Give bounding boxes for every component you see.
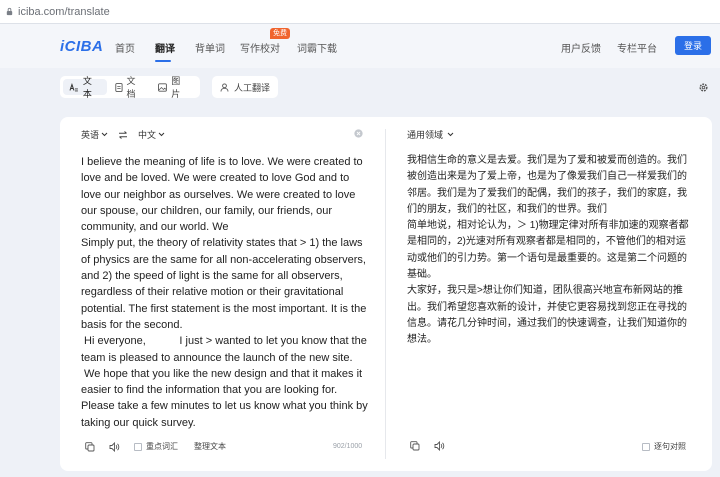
settings-gear-icon[interactable] <box>698 82 709 93</box>
target-language-label: 中文 <box>138 130 157 140</box>
translation-paragraph: 大家好，我只是>想让你们知道，团队很高兴地宣布新网站的推出。我们希望您喜欢新的设… <box>407 285 687 346</box>
site-header: iCIBA 首页 翻译 背单词 写作校对 免费 词霸下载 用户反馈 专栏平台 登… <box>0 24 720 68</box>
url-text: iciba.com/translate <box>18 5 110 18</box>
source-paragraph: Simply put, the theory of relativity sta… <box>81 237 367 331</box>
organize-text-button[interactable]: 整理文本 <box>194 441 226 452</box>
domain-select[interactable]: 通用领域 <box>407 128 454 141</box>
source-footer: 重点词汇 整理文本 <box>85 441 226 452</box>
character-counter: 902/1000 <box>333 443 363 450</box>
speaker-icon[interactable] <box>109 441 120 452</box>
target-domain-row: 通用领域 <box>407 128 454 141</box>
chevron-down-icon <box>447 132 454 137</box>
source-language-select[interactable]: 英语 <box>81 128 108 141</box>
source-paragraph: Hi everyone, I just > wanted to let you … <box>81 335 368 429</box>
human-translation-label: 人工翻译 <box>233 82 270 93</box>
mode-tabs: 文本 文档 图片 <box>60 76 200 99</box>
translation-output: 我相信生命的意义是去爱。我们是为了爱和被爱而创造的。我们被创造出来是为了爱上帝，… <box>407 153 692 349</box>
target-language-select[interactable]: 中文 <box>138 128 165 141</box>
tab-text[interactable]: 文本 <box>63 76 107 99</box>
clear-input-icon[interactable] <box>354 129 363 138</box>
nav-feedback[interactable]: 用户反馈 <box>561 40 601 55</box>
speaker-icon[interactable] <box>434 441 445 451</box>
swap-languages-icon[interactable] <box>118 130 128 139</box>
source-paragraph: I believe the meaning of life is to love… <box>81 156 363 234</box>
translation-paragraph: 简单地说，相对论认为，＞ 1)物理定律对所有非加速的观察者都是相同的，2)光速对… <box>407 220 689 281</box>
nav-column-platform[interactable]: 专栏平台 <box>617 40 657 55</box>
tab-document[interactable]: 文档 <box>109 76 151 99</box>
translation-paragraph: 我相信生命的意义是去爱。我们是为了爱和被爱而创造的。我们被创造出来是为了爱上帝，… <box>407 155 687 215</box>
domain-label: 通用领域 <box>407 130 444 140</box>
tab-image-label: 图片 <box>171 76 181 99</box>
sentence-contrast-label: 逐句对照 <box>654 442 686 451</box>
nav-vocabulary[interactable]: 背单词 <box>195 40 225 55</box>
tab-document-label: 文档 <box>126 76 136 99</box>
key-words-label: 重点词汇 <box>146 442 178 451</box>
sentence-contrast-checkbox[interactable] <box>642 442 650 451</box>
login-button[interactable]: 登录 <box>675 36 711 55</box>
address-bar[interactable]: iciba.com/translate <box>0 0 720 24</box>
translation-panel: 英语 中文 I believe the meaning of life is t… <box>60 117 712 471</box>
key-words-checkbox[interactable] <box>134 442 142 451</box>
chevron-down-icon <box>101 132 108 137</box>
active-nav-indicator <box>155 60 171 62</box>
site-info-icon[interactable] <box>4 7 14 17</box>
sentence-contrast-toggle[interactable]: 逐句对照 <box>642 441 686 452</box>
nav-translate[interactable]: 翻译 <box>155 40 175 55</box>
text-translate-icon <box>69 82 78 91</box>
tab-text-label: 文本 <box>82 76 92 99</box>
site-logo[interactable]: iCIBA <box>60 38 103 55</box>
copy-icon[interactable] <box>85 441 95 452</box>
copy-icon[interactable] <box>410 441 420 451</box>
nav-writing-check[interactable]: 写作校对 <box>240 40 280 55</box>
person-icon <box>220 82 229 92</box>
target-footer <box>410 441 459 451</box>
tab-image[interactable]: 图片 <box>152 76 195 99</box>
free-badge: 免费 <box>270 28 290 39</box>
source-text-input[interactable]: I believe the meaning of life is to love… <box>81 154 371 431</box>
document-icon <box>115 82 123 92</box>
source-language-label: 英语 <box>81 130 100 140</box>
image-icon <box>158 82 168 92</box>
nav-download[interactable]: 词霸下载 <box>297 40 337 55</box>
source-language-row: 英语 中文 <box>81 128 165 141</box>
nav-home[interactable]: 首页 <box>115 40 135 55</box>
panel-divider <box>385 129 386 459</box>
chevron-down-icon <box>158 132 165 137</box>
human-translation-button[interactable]: 人工翻译 <box>212 76 278 98</box>
